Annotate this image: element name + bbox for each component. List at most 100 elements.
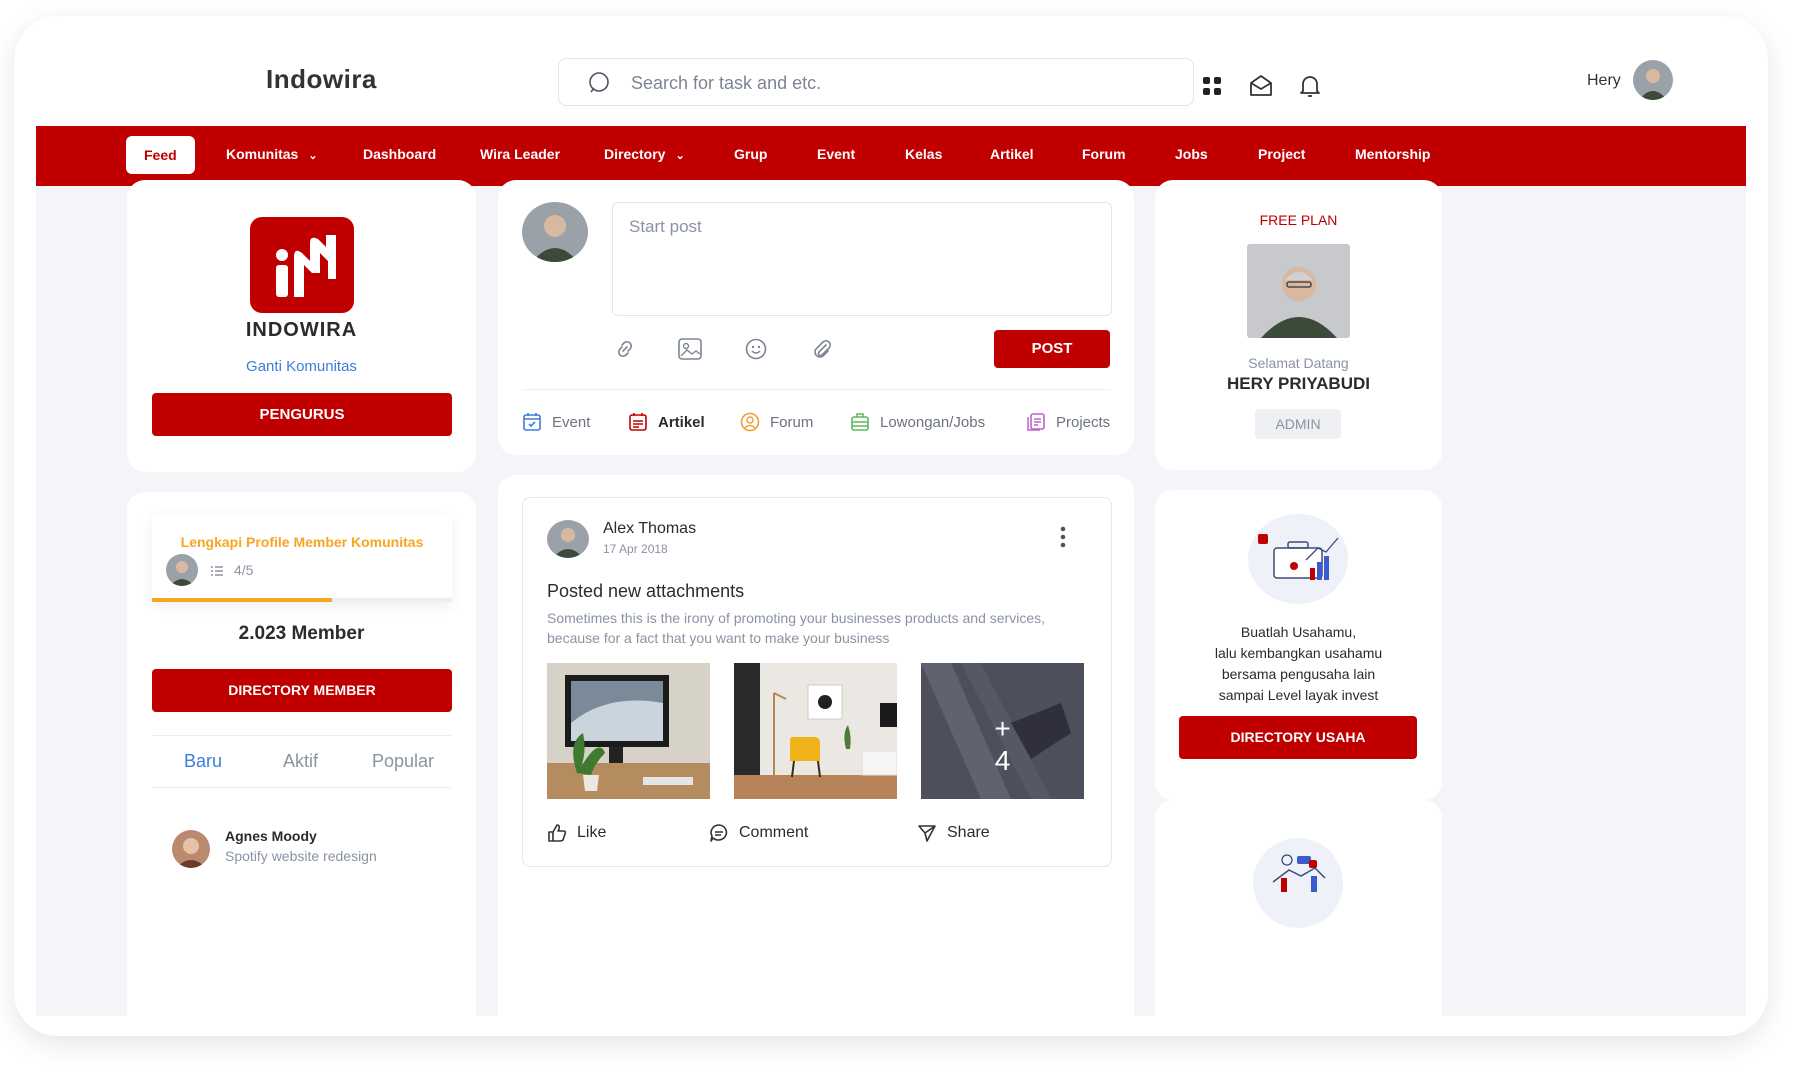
nav-grup[interactable]: Grup [734,146,767,162]
pengurus-button[interactable]: PENGURUS [152,393,452,436]
nav-wira-leader-label: Wira Leader [480,146,561,162]
category-projects[interactable]: Projects [1026,412,1110,432]
directory-member-button[interactable]: DIRECTORY MEMBER [152,669,452,712]
welcome-text: Selamat Datang [1248,355,1349,371]
search-input[interactable] [629,67,1173,99]
apps-grid-icon[interactable] [1202,76,1222,96]
chevron-down-icon: ⌄ [308,150,318,162]
divider [152,787,452,788]
category-event-label: Event [552,413,591,431]
business-line: lalu kembangkan usahamu [1214,645,1383,661]
nav-directory[interactable]: Directory ⌄ [604,146,685,162]
comment-label: Comment [739,824,809,841]
inbox-icon[interactable] [1248,73,1274,99]
category-artikel[interactable]: Artikel [628,412,705,432]
nav-artikel[interactable]: Artikel [990,146,1034,162]
post-image[interactable] [547,663,710,799]
calendar-icon [523,413,541,431]
nav-project-label: Project [1258,146,1306,162]
share-icon [918,825,936,842]
nav-grup-label: Grup [734,146,768,162]
category-jobs[interactable]: Lowongan/Jobs [850,412,985,432]
bell-icon[interactable] [1298,73,1322,99]
divider [522,389,1110,390]
post-composer-card: Start post POST Event Artikel Forum Lowo… [498,180,1134,455]
feed-post: Alex Thomas 17 Apr 2018 Posted new attac… [522,497,1112,867]
more-options-icon[interactable] [1060,526,1066,548]
header-avatar[interactable] [1633,60,1673,100]
nav-komunitas-label: Komunitas [226,146,299,162]
change-community-link[interactable]: Ganti Komunitas [127,358,476,375]
app-window: Indowira Hery Feed Komunitas ⌄ Dashboard … [36,16,1746,1016]
attachment-icon[interactable] [811,338,833,360]
post-author-name[interactable]: Alex Thomas [603,520,696,538]
post-body: Sometimes this is the irony of promoting… [547,610,1046,646]
post-image-more[interactable]: + 4 [921,663,1084,799]
member-name[interactable]: Agnes Moody [225,828,317,844]
nav-event[interactable]: Event [817,146,855,162]
category-artikel-label: Artikel [658,413,705,431]
business-description: Buatlah Usahamu, lalu kembangkan usahamu… [1155,622,1442,706]
nav-forum[interactable]: Forum [1082,146,1126,162]
nav-project[interactable]: Project [1258,146,1305,162]
tab-popular[interactable]: Popular [372,751,434,772]
post-button[interactable]: POST [994,330,1110,368]
composer-placeholder: Start post [629,217,702,236]
category-forum-label: Forum [770,413,814,431]
emoji-icon[interactable] [745,338,767,360]
business-illustration [1248,514,1348,604]
like-button[interactable]: Like [547,823,606,843]
plan-card: FREE PLAN Selamat Datang HERY PRIYABUDI … [1155,180,1442,470]
profile-progress-title: Lengkapi Profile Member Komunitas [180,534,424,550]
tab-aktif[interactable]: Aktif [283,751,318,772]
app-frame: Indowira Hery Feed Komunitas ⌄ Dashboard … [14,16,1768,1036]
post-author-avatar[interactable] [547,520,589,558]
nav-feed[interactable]: Feed [126,136,195,174]
partner-card [1155,800,1442,1016]
thumbs-up-icon [548,824,567,842]
nav-kelas[interactable]: Kelas [905,146,942,162]
profile-progress-box[interactable]: Lengkapi Profile Member Komunitas 4/5 [152,514,452,602]
post-image[interactable] [734,663,897,799]
tab-baru[interactable]: Baru [184,751,222,772]
nav-forum-label: Forum [1082,146,1126,162]
nav-jobs-label: Jobs [1175,146,1208,162]
share-button[interactable]: Share [917,823,990,843]
category-event[interactable]: Event [522,412,590,432]
comment-button[interactable]: Comment [709,823,808,843]
community-name: INDOWIRA [245,319,358,341]
nav-feed-label: Feed [144,147,177,163]
nav-mentorship[interactable]: Mentorship [1355,146,1430,162]
nav-event-label: Event [817,146,856,162]
link-icon[interactable] [614,338,636,360]
member-card: Lengkapi Profile Member Komunitas 4/5 2.… [127,492,476,1016]
checklist-icon [211,566,223,576]
post-date: 17 Apr 2018 [603,542,668,556]
post-title: Posted new attachments [547,581,745,601]
top-bar: Indowira Hery [36,16,1746,126]
nav-jobs[interactable]: Jobs [1175,146,1208,162]
nav-komunitas[interactable]: Komunitas ⌄ [226,146,318,162]
directory-usaha-button[interactable]: DIRECTORY USAHA [1179,716,1417,759]
forum-icon [740,412,760,432]
nav-wira-leader[interactable]: Wira Leader [480,146,560,162]
profile-photo[interactable] [1247,244,1350,338]
brand-title[interactable]: Indowira [266,64,377,95]
composer-avatar [522,202,588,262]
share-label: Share [947,824,990,841]
nav-directory-label: Directory [604,146,666,162]
nav-dashboard-label: Dashboard [363,146,437,162]
composer-textarea[interactable]: Start post [612,202,1112,316]
member-count: 2.023 Member [238,623,365,644]
comment-icon [710,824,728,842]
progress-count: 4/5 [234,562,254,578]
feed-card: Alex Thomas 17 Apr 2018 Posted new attac… [498,475,1134,1016]
business-line: sampai Level layak invest [1218,687,1379,703]
category-projects-label: Projects [1056,413,1111,431]
user-greeting: Hery [1587,72,1621,89]
image-icon[interactable] [678,338,702,360]
category-forum[interactable]: Forum [740,412,813,432]
nav-dashboard[interactable]: Dashboard [363,146,436,162]
search-box[interactable] [558,58,1194,106]
member-avatar[interactable] [172,830,210,868]
